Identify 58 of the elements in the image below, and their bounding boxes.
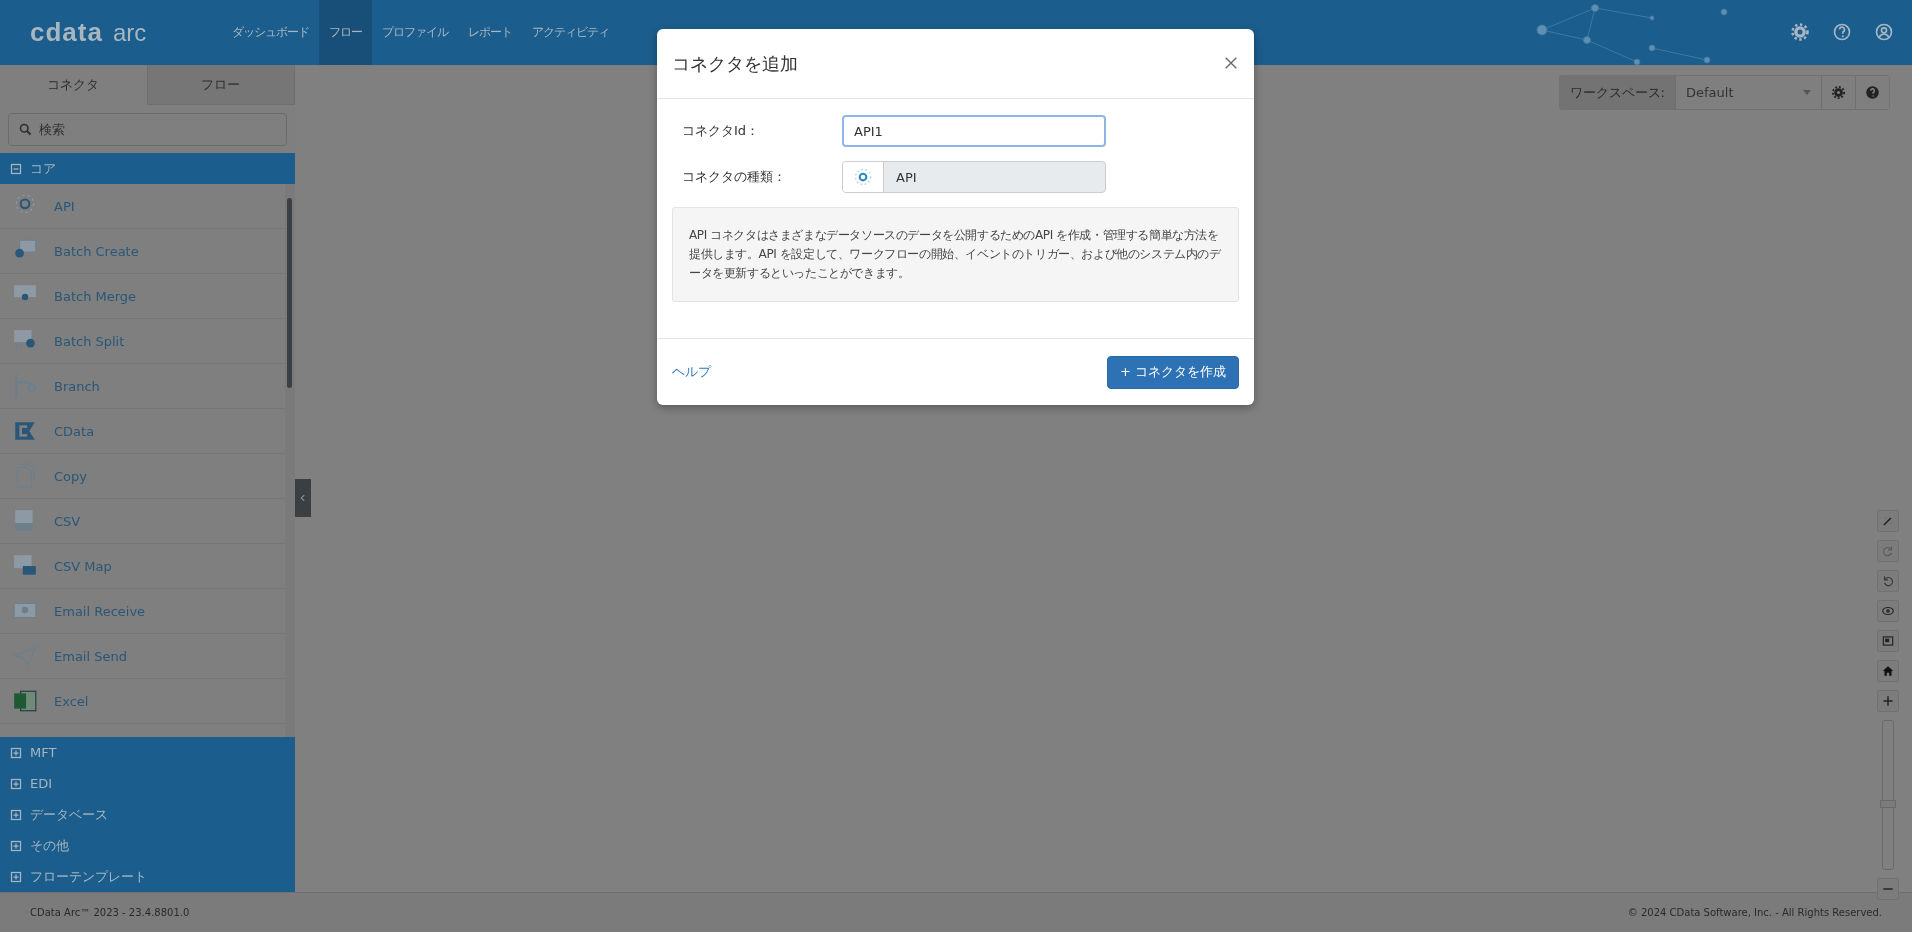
spreadsheet-icon xyxy=(12,688,38,714)
home-button[interactable] xyxy=(1877,660,1899,682)
help-button[interactable] xyxy=(1832,22,1852,42)
connector-id-field[interactable]: API1 xyxy=(842,115,1106,147)
copyright-text: © 2024 CData Software, Inc. - All Rights Reserved. xyxy=(1627,907,1882,918)
nav-tab[interactable]: フロー xyxy=(319,0,372,65)
description-text: API コネクタはさまざまなデータソースのデータを公開するためのAPI を作成・管理する簡単な方法を提供します。API を設定して、ワークフローの開始、イベントのトリガー、および他のシステム内のデータを更新するといったことができます。 xyxy=(672,207,1239,302)
zoom-out-button[interactable] xyxy=(1877,878,1899,900)
connector-item[interactable]: Email Receive xyxy=(0,589,285,634)
redo-icon xyxy=(1881,544,1895,558)
connector-item[interactable]: CData xyxy=(0,409,285,454)
category-header[interactable]: フローテンプレート xyxy=(0,861,295,892)
help-icon xyxy=(1832,22,1852,42)
connector-item[interactable]: CSV Map xyxy=(0,544,285,589)
search-field[interactable]: 検索 xyxy=(8,113,287,146)
category-header[interactable]: その他 xyxy=(0,830,295,861)
image-icon xyxy=(1881,634,1895,648)
undo-icon xyxy=(1881,574,1895,588)
category-header[interactable]: EDI xyxy=(0,768,295,799)
settings-button[interactable] xyxy=(1790,22,1810,42)
settings-icon xyxy=(1790,22,1810,42)
connector-item[interactable]: Batch Create xyxy=(0,229,285,274)
user-icon xyxy=(1874,22,1894,42)
nav-tab[interactable]: レポート xyxy=(458,0,522,65)
search-icon xyxy=(18,122,33,137)
scrollbar[interactable] xyxy=(285,184,295,737)
field-label: コネクタの種類： xyxy=(681,168,787,186)
home-icon xyxy=(1881,664,1895,678)
connector-item[interactable]: Batch Merge xyxy=(0,274,285,319)
nav-tab[interactable]: プロファイル xyxy=(372,0,458,65)
connector-item[interactable]: Batch Split xyxy=(0,319,285,364)
plus-button[interactable] xyxy=(1877,690,1899,712)
logo-brand: cdata xyxy=(30,17,103,48)
undo-button[interactable] xyxy=(1877,570,1899,592)
logo-product: arc xyxy=(112,18,147,47)
nav-tab[interactable]: アクティビティ xyxy=(522,0,619,65)
connector-item[interactable]: Excel xyxy=(0,679,285,724)
field-label: コネクタId： xyxy=(681,122,761,140)
magic-wand-button[interactable] xyxy=(1877,510,1899,532)
eye-icon xyxy=(1881,604,1895,618)
help-link[interactable]: ヘルプ xyxy=(672,363,711,381)
dialog-title: コネクタを追加 xyxy=(672,51,798,76)
user-button[interactable] xyxy=(1874,22,1894,42)
category-header[interactable]: コア xyxy=(0,153,295,184)
category-header[interactable]: MFT xyxy=(0,737,295,768)
magic-wand-icon xyxy=(1881,514,1895,528)
plus-icon xyxy=(1881,694,1895,708)
connector-type-field[interactable]: API xyxy=(842,161,1106,193)
version-text: CData Arc™ 2023 - 23.4.8801.0 xyxy=(30,907,190,918)
chevron-icon xyxy=(298,493,308,503)
eye-button[interactable] xyxy=(1877,600,1899,622)
connector-item[interactable]: CSV xyxy=(0,499,285,544)
nav-tab[interactable]: ダッシュボード xyxy=(222,0,319,65)
category-header[interactable]: データベース xyxy=(0,799,295,830)
gear-icon xyxy=(853,167,873,187)
create-button[interactable]: + コネクタを作成 xyxy=(1106,355,1239,389)
connector-item[interactable]: Branch xyxy=(0,364,285,409)
image-button[interactable] xyxy=(1877,630,1899,652)
